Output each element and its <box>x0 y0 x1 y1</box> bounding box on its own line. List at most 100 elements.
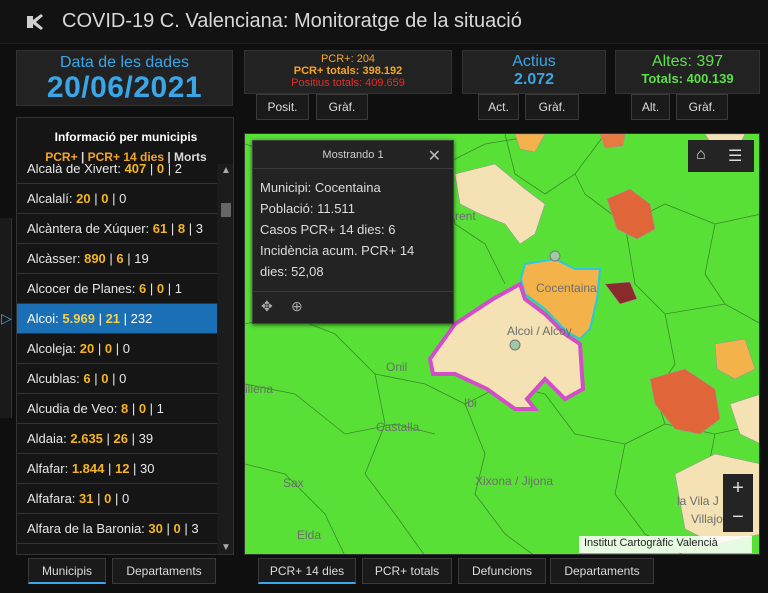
layer-list-icon[interactable]: ☰ <box>728 146 742 166</box>
map-label-ibi: Ibi <box>464 396 477 410</box>
list-item[interactable]: Aldaia: 2.635 | 26 | 39 <box>17 424 217 454</box>
list-sep: | <box>167 221 178 236</box>
popup-body: Municipi: Cocentaina Població: 11.511 Ca… <box>253 169 453 290</box>
pcr-value: 31 <box>79 491 94 506</box>
map-label-sax: Sax <box>283 476 304 490</box>
list-sep: | <box>93 491 105 506</box>
list-legend: PCR+ | PCR+ 14 dies | Morts <box>17 147 233 167</box>
map-label-xixona: Xixona / Jijona <box>475 474 554 488</box>
zoom-in-button[interactable]: + <box>723 474 753 503</box>
map-label-cocentaina: Cocentaina <box>536 281 597 295</box>
morts-value: 39 <box>138 431 154 446</box>
morts-value: 3 <box>191 521 199 536</box>
list-sep: | <box>102 431 114 446</box>
municipality-name: Alcalalí: <box>27 191 73 206</box>
list-item[interactable]: Alcàntera de Xúquer: 61 | 8 | 3 <box>17 214 217 244</box>
pcr14-value: 8 <box>177 221 186 236</box>
list-item[interactable]: Alcàsser: 890 | 6 | 19 <box>17 244 217 274</box>
map-toolbar: ⌂ ☰ <box>688 140 754 172</box>
municipality-name: Alfafar: <box>27 461 69 476</box>
tab-act[interactable]: Act. <box>478 94 519 120</box>
municipality-list[interactable]: Alcalà de Xivert: 407 | 0 | 2 Alcalalí: 2… <box>17 160 217 544</box>
popup-footer: ✥ ⊕ <box>253 291 453 323</box>
morts-value: 1 <box>174 281 182 296</box>
pcr14-value: 21 <box>105 311 121 326</box>
municipality-name: Alcocer de Planes: <box>27 281 136 296</box>
morts-value: 3 <box>195 221 203 236</box>
list-scrollbar[interactable]: ▲ ▼ <box>217 162 233 554</box>
positius-total: Positius totals: 409.659 <box>291 77 405 89</box>
map-label-elda: Elda <box>297 528 322 542</box>
map-label-alcoi: Alcoi / Alcoy <box>507 324 572 338</box>
list-item[interactable]: Alfara de la Baronia: 30 | 0 | 3 <box>17 514 217 544</box>
tab-pcr-totals[interactable]: PCR+ totals <box>362 558 452 584</box>
legend-morts: Morts <box>174 150 207 164</box>
popup-poblacio: Població: 11.511 <box>260 201 355 216</box>
municipality-name: Aldaia: <box>27 431 67 446</box>
zoom-control: + − <box>723 474 753 532</box>
tab-graf-act[interactable]: Gràf. <box>525 94 579 120</box>
list-sep: | <box>108 191 120 206</box>
tab-municipis[interactable]: Municipis <box>28 558 106 584</box>
popup-casos: Casos PCR+ 14 dies: 6 <box>260 222 396 237</box>
list-item[interactable]: Alcoleja: 20 | 0 | 0 <box>17 334 217 364</box>
pcr-value: 30 <box>148 521 163 536</box>
pcr14-value: 0 <box>173 521 181 536</box>
scroll-thumb[interactable] <box>221 203 231 217</box>
tab-graf-alt[interactable]: Gràf. <box>676 94 728 120</box>
municipality-name: Alfafara: <box>27 491 76 506</box>
legend-pcr14: PCR+ 14 dies <box>87 150 165 164</box>
tab-departaments-map[interactable]: Departaments <box>550 558 654 584</box>
actius-label: Actius <box>512 53 556 70</box>
tab-defuncions[interactable]: Defuncions <box>458 558 546 584</box>
municipality-name: Alfara de la Baronia: <box>27 521 145 536</box>
map-label-villena: illena <box>245 382 274 396</box>
morts-value: 0 <box>119 191 127 206</box>
tab-alt[interactable]: Alt. <box>631 94 670 120</box>
list-sep: | <box>185 221 196 236</box>
map-label-vilajoyosa: la Vila J <box>677 494 719 508</box>
map-label-ontinyent: rent <box>455 209 476 223</box>
list-item[interactable]: Alfafar: 1.844 | 12 | 30 <box>17 454 217 484</box>
popup-municipi: Municipi: Cocentaina <box>260 180 381 195</box>
pcr-panel: PCR+: 204 PCR+ totals: 398.192 Positius … <box>244 50 452 94</box>
popup-header: Mostrando 1 <box>253 141 453 169</box>
tab-posit[interactable]: Posit. <box>256 94 309 120</box>
list-item[interactable]: Alcalalí: 20 | 0 | 0 <box>17 184 217 214</box>
pcr-value: 5.969 <box>62 311 95 326</box>
tab-departaments-list[interactable]: Departaments <box>112 558 216 584</box>
scroll-up-icon[interactable]: ▲ <box>221 166 231 176</box>
list-sep: | <box>180 521 192 536</box>
actius-panel: Actius 2.072 <box>462 50 606 94</box>
list-sep: | <box>112 341 123 356</box>
list-sep: | <box>123 251 135 266</box>
pcr-total: PCR+ totals: 398.192 <box>293 65 403 77</box>
list-item[interactable]: Alcocer de Planes: 6 | 0 | 1 <box>17 274 217 304</box>
list-sep: | <box>146 281 157 296</box>
municipality-name: Alcàntera de Xúquer: <box>27 221 150 236</box>
home-icon[interactable]: ⌂ <box>696 146 706 164</box>
close-icon[interactable]: ✕ <box>428 146 441 166</box>
municipality-name: Alcoleja: <box>27 341 77 356</box>
legend-sep: | <box>77 150 88 164</box>
list-item[interactable]: Alcudia de Veo: 8 | 0 | 1 <box>17 394 217 424</box>
date-panel: Data de les dades 20/06/2021 <box>16 50 233 106</box>
pan-icon[interactable]: ✥ <box>261 298 273 315</box>
pcr-value: 2.635 <box>70 431 103 446</box>
list-sep: | <box>104 461 115 476</box>
list-item[interactable]: Alcublas: 6 | 0 | 0 <box>17 364 217 394</box>
list-sep: | <box>90 371 102 386</box>
pcr14-value: 12 <box>114 461 130 476</box>
virus-icon <box>27 14 43 30</box>
zoom-out-button[interactable]: − <box>723 503 753 532</box>
tab-graf-posit[interactable]: Gràf. <box>316 94 368 120</box>
pcr-value: 890 <box>84 251 106 266</box>
sidebar-toggle[interactable]: ▷ <box>0 218 12 418</box>
list-title: Informació per municipis <box>54 130 198 144</box>
scroll-down-icon[interactable]: ▼ <box>221 543 231 553</box>
tab-pcr14[interactable]: PCR+ 14 dies <box>258 558 356 584</box>
list-item[interactable]: Alfafara: 31 | 0 | 0 <box>17 484 217 514</box>
list-item[interactable]: Alcoi: 5.969 | 21 | 232 <box>17 304 217 334</box>
pcr14-value: 0 <box>138 401 147 416</box>
zoom-to-icon[interactable]: ⊕ <box>291 298 303 315</box>
